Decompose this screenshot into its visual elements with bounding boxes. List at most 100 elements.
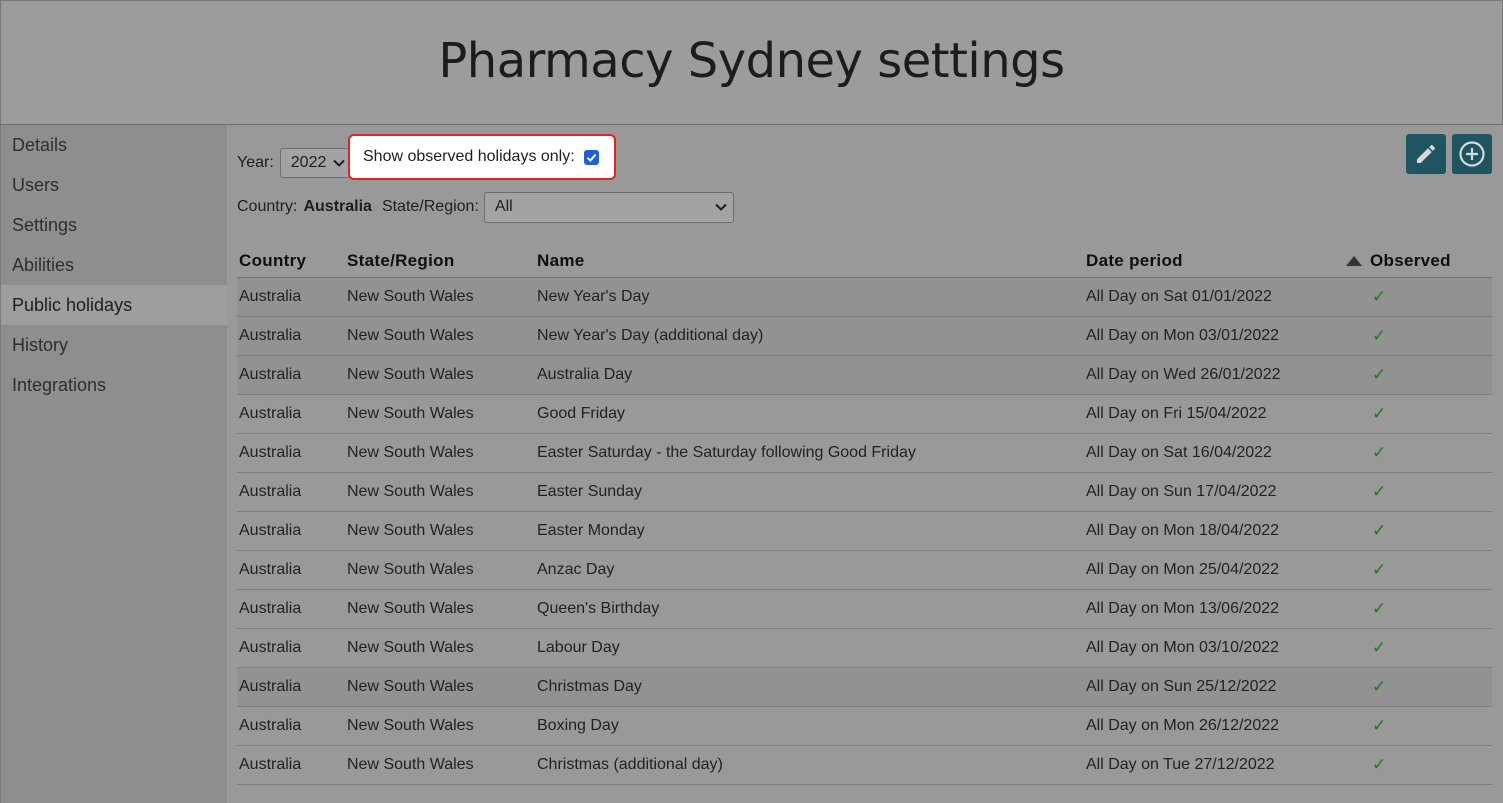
observed-only-label: Show observed holidays only:	[363, 148, 575, 165]
cell-state: New South Wales	[345, 511, 535, 551]
observed-check-icon: ✓	[1344, 628, 1492, 668]
observed-only-filter: Show observed holidays only:	[348, 134, 616, 180]
cell-country: Australia	[237, 277, 345, 317]
cell-state: New South Wales	[345, 745, 535, 785]
observed-check-icon: ✓	[1344, 394, 1492, 434]
cell-country: Australia	[237, 355, 345, 395]
page-header: Pharmacy Sydney settings	[0, 0, 1503, 125]
sidebar-item-details[interactable]: Details	[1, 125, 228, 165]
cell-country: Australia	[237, 316, 345, 356]
plus-circle-icon	[1459, 141, 1485, 167]
sidebar-item-integrations[interactable]: Integrations	[1, 365, 228, 405]
cell-name: New Year's Day	[535, 277, 1084, 317]
cell-date: All Day on Mon 13/06/2022	[1084, 589, 1344, 629]
cell-name: Easter Monday	[535, 511, 1084, 551]
cell-state: New South Wales	[345, 277, 535, 317]
cell-state: New South Wales	[345, 316, 535, 356]
cell-name: Easter Sunday	[535, 472, 1084, 512]
column-header-observed[interactable]: Observed	[1344, 245, 1492, 278]
column-header-name[interactable]: Name	[535, 245, 1084, 278]
sidebar-item-history[interactable]: History	[1, 325, 228, 365]
observed-check-icon: ✓	[1344, 355, 1492, 395]
cell-date: All Day on Sat 16/04/2022	[1084, 433, 1344, 473]
cell-date: All Day on Sat 01/01/2022	[1084, 277, 1344, 317]
holidays-table: Country State/Region Name Date period Ob…	[237, 245, 1492, 785]
table-row[interactable]: Australia New South Wales Labour Day All…	[237, 628, 1492, 668]
cell-date: All Day on Fri 15/04/2022	[1084, 394, 1344, 434]
observed-check-icon: ✓	[1344, 316, 1492, 356]
table-row[interactable]: Australia New South Wales Boxing Day All…	[237, 706, 1492, 746]
cell-name: Christmas (additional day)	[535, 745, 1084, 785]
table-row[interactable]: Australia New South Wales Easter Monday …	[237, 511, 1492, 551]
state-select-value: All	[494, 198, 513, 215]
table-row[interactable]: Australia New South Wales Christmas (add…	[237, 745, 1492, 785]
cell-date: All Day on Mon 25/04/2022	[1084, 550, 1344, 590]
edit-button[interactable]	[1406, 134, 1446, 174]
observed-only-checkbox[interactable]	[583, 149, 599, 165]
observed-check-icon: ✓	[1344, 589, 1492, 629]
chevron-down-icon	[333, 159, 345, 167]
observed-header-label: Observed	[1370, 251, 1451, 270]
table-row[interactable]: Australia New South Wales Australia Day …	[237, 355, 1492, 395]
add-holiday-button[interactable]	[1452, 134, 1492, 174]
sidebar-item-abilities[interactable]: Abilities	[1, 245, 228, 285]
cell-state: New South Wales	[345, 628, 535, 668]
cell-country: Australia	[237, 433, 345, 473]
sidebar-item-users[interactable]: Users	[1, 165, 228, 205]
observed-check-icon: ✓	[1344, 667, 1492, 707]
cell-country: Australia	[237, 589, 345, 629]
cell-state: New South Wales	[345, 472, 535, 512]
cell-country: Australia	[237, 706, 345, 746]
cell-name: Christmas Day	[535, 667, 1084, 707]
table-row[interactable]: Australia New South Wales Easter Saturda…	[237, 433, 1492, 473]
cell-country: Australia	[237, 628, 345, 668]
observed-check-icon: ✓	[1344, 277, 1492, 317]
cell-date: All Day on Mon 03/01/2022	[1084, 316, 1344, 356]
cell-date: All Day on Sun 17/04/2022	[1084, 472, 1344, 512]
cell-state: New South Wales	[345, 706, 535, 746]
cell-date: All Day on Mon 03/10/2022	[1084, 628, 1344, 668]
cell-name: Australia Day	[535, 355, 1084, 395]
checkmark-icon	[586, 153, 597, 162]
table-row[interactable]: Australia New South Wales Easter Sunday …	[237, 472, 1492, 512]
sidebar: Details Users Settings Abilities Public …	[0, 125, 228, 803]
cell-name: Easter Saturday - the Saturday following…	[535, 433, 1084, 473]
sidebar-item-public-holidays[interactable]: Public holidays	[1, 285, 228, 325]
column-header-date[interactable]: Date period	[1084, 245, 1344, 278]
chevron-down-icon	[715, 203, 727, 211]
main-content: Year: 2022 Show observed holidays only: …	[227, 125, 1503, 803]
cell-name: Good Friday	[535, 394, 1084, 434]
cell-name: Anzac Day	[535, 550, 1084, 590]
cell-state: New South Wales	[345, 667, 535, 707]
cell-name: Labour Day	[535, 628, 1084, 668]
table-row[interactable]: Australia New South Wales Queen's Birthd…	[237, 589, 1492, 629]
cell-country: Australia	[237, 745, 345, 785]
table-row[interactable]: Australia New South Wales New Year's Day…	[237, 316, 1492, 356]
table-row[interactable]: Australia New South Wales Christmas Day …	[237, 667, 1492, 707]
table-header-row: Country State/Region Name Date period Ob…	[237, 245, 1492, 278]
cell-state: New South Wales	[345, 589, 535, 629]
sidebar-item-settings[interactable]: Settings	[1, 205, 228, 245]
cell-date: All Day on Mon 26/12/2022	[1084, 706, 1344, 746]
column-header-country[interactable]: Country	[237, 245, 345, 278]
state-select[interactable]: All	[483, 191, 734, 223]
country-label: Country:	[237, 198, 298, 215]
cell-state: New South Wales	[345, 550, 535, 590]
cell-state: New South Wales	[345, 355, 535, 395]
cell-state: New South Wales	[345, 433, 535, 473]
observed-check-icon: ✓	[1344, 472, 1492, 512]
observed-check-icon: ✓	[1344, 745, 1492, 785]
column-header-state[interactable]: State/Region	[345, 245, 535, 278]
observed-check-icon: ✓	[1344, 511, 1492, 551]
cell-name: New Year's Day (additional day)	[535, 316, 1084, 356]
year-label: Year:	[237, 154, 274, 171]
table-row[interactable]: Australia New South Wales Good Friday Al…	[237, 394, 1492, 434]
observed-check-icon: ✓	[1344, 433, 1492, 473]
table-row[interactable]: Australia New South Wales Anzac Day All …	[237, 550, 1492, 590]
cell-country: Australia	[237, 511, 345, 551]
cell-country: Australia	[237, 550, 345, 590]
cell-name: Queen's Birthday	[535, 589, 1084, 629]
year-select[interactable]: 2022	[279, 148, 352, 178]
toolbar	[1406, 134, 1492, 174]
table-row[interactable]: Australia New South Wales New Year's Day…	[237, 277, 1492, 317]
